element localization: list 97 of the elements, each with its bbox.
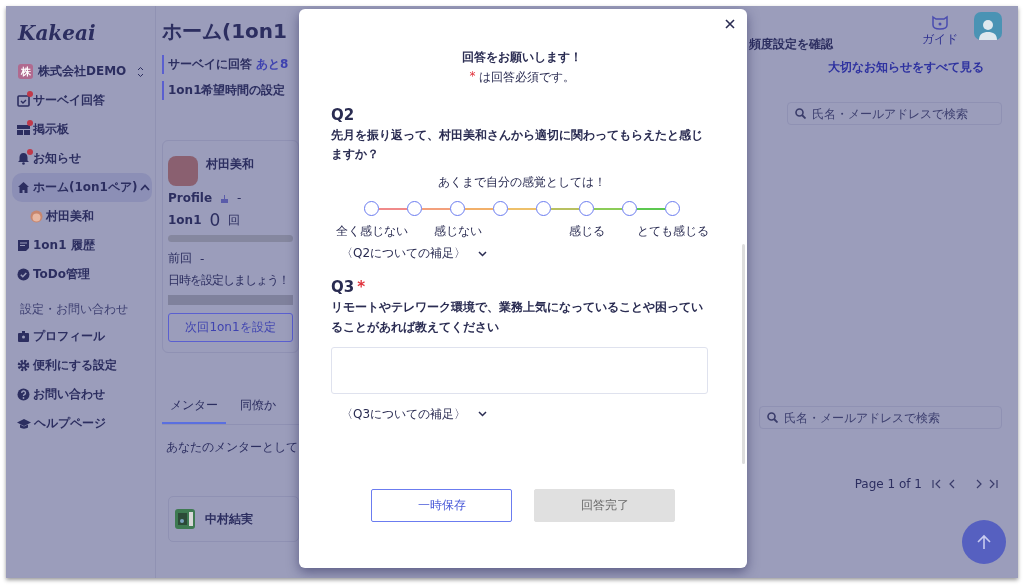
scale-radio[interactable] <box>536 201 551 217</box>
check-circle-icon <box>17 268 30 281</box>
board-icon <box>17 123 30 136</box>
scale-label: 全く感じない <box>335 223 408 238</box>
scale-hint: あくまで自分の感覚としては！ <box>437 174 607 192</box>
id-badge-icon <box>17 330 30 343</box>
profile-value: - <box>237 191 242 205</box>
company-badge: 株 <box>18 64 33 79</box>
tab[interactable]: メンター <box>162 393 226 424</box>
tab-description: あなたのメンターとして <box>166 439 299 456</box>
home-icon <box>17 181 30 194</box>
nav-item[interactable]: ヘルプページ <box>12 409 152 438</box>
profile-label: Profile <box>168 191 213 205</box>
scroll-top-button[interactable] <box>962 520 1006 564</box>
nav-item[interactable]: プロフィール <box>12 322 152 351</box>
scale-radio[interactable] <box>493 201 508 217</box>
close-icon <box>725 19 735 29</box>
required-note: は回答必須です。 <box>478 69 575 86</box>
search-icon <box>795 108 806 119</box>
next-1on1-button[interactable]: 次回1on1を設定 <box>168 313 293 342</box>
supplement-toggle[interactable]: 〈Q2についての補足〉 <box>341 245 488 263</box>
nav-item[interactable]: 村田美和 <box>12 202 152 231</box>
scale-label: 感じる <box>568 223 605 238</box>
search-field[interactable]: 氏名・メールアドレスで検索 <box>787 102 1002 125</box>
nav-item[interactable]: お知らせ <box>12 144 152 173</box>
section-label: 設定・お問い合わせ <box>19 301 129 318</box>
count-value: 0 <box>209 210 221 230</box>
page-indicator: Page 1 of 1 <box>854 477 922 491</box>
scale-radio[interactable] <box>665 201 680 217</box>
avatar-icon <box>30 210 43 223</box>
chevron-down-icon <box>478 411 488 418</box>
graduation-cap-icon <box>17 417 31 430</box>
mentor-card[interactable]: 中村結実 <box>168 496 299 542</box>
mascot-icon <box>931 14 949 30</box>
notice-count: あと8 <box>256 56 289 73</box>
hint-text: 日時を設定しましょう！ <box>168 272 290 289</box>
question-text: 先月を振り返って、村田美和さんから適切に関わってもらえたと感じますか？ <box>331 127 704 164</box>
bell-icon <box>17 152 30 165</box>
next-page-icon[interactable] <box>974 479 983 489</box>
chevron-icon[interactable] <box>140 184 151 191</box>
close-button[interactable] <box>723 17 737 31</box>
mentor-icon <box>175 509 195 529</box>
scale-radio[interactable] <box>450 201 465 217</box>
avatar-placeholder <box>168 156 198 186</box>
count-unit: 回 <box>228 211 241 229</box>
count-label: 1on1 <box>168 213 202 227</box>
supplement-toggle[interactable]: 〈Q3についての補足〉 <box>341 405 488 423</box>
scale-label: 感じない <box>433 223 482 238</box>
nav-item[interactable]: ホーム(1on1ペア) <box>12 173 152 202</box>
calendar-icon <box>17 94 30 107</box>
guide-button[interactable]: ガイド <box>922 14 958 48</box>
arrow-up-icon <box>977 534 991 550</box>
notice-link[interactable]: 1on1希望時間の設定 <box>168 82 286 99</box>
notice-link[interactable]: サーベイに回答 <box>168 56 252 73</box>
save-draft-button[interactable]: 一時保存 <box>371 489 512 522</box>
question-number: Q2 <box>331 106 355 124</box>
nav-item[interactable]: 便利にする設定 <box>12 351 152 380</box>
chevron-down-icon <box>478 250 488 257</box>
all-notices-link[interactable]: 大切なお知らせをすべて見る <box>828 59 984 76</box>
search-icon <box>767 412 778 423</box>
previous-page-icon[interactable] <box>947 479 956 489</box>
scale-radio[interactable] <box>364 201 379 217</box>
scrollbar[interactable] <box>742 244 745 464</box>
first-page-icon[interactable] <box>932 479 941 489</box>
required-mark: * <box>469 69 476 85</box>
note-icon <box>17 239 30 252</box>
last-page-icon[interactable] <box>989 479 998 489</box>
scale-radio[interactable] <box>622 201 637 217</box>
person-icon <box>978 18 998 40</box>
settings-icon <box>17 359 30 372</box>
last-value: - <box>200 251 205 266</box>
tab[interactable]: 同僚か <box>232 393 284 424</box>
frequency-link[interactable]: 頻度設定を確認 <box>749 36 833 53</box>
cake-icon <box>220 193 230 203</box>
scale-label: とても感じる <box>636 223 709 238</box>
scale-radio[interactable] <box>579 201 594 217</box>
nav-item[interactable]: お問い合わせ <box>12 380 152 409</box>
question-number: Q3 <box>331 278 355 297</box>
scale-radio[interactable] <box>407 201 422 217</box>
required-mark: * <box>357 278 366 297</box>
question-text: リモートやテレワーク環境で、業務上気になっていることや困っていることがあれば教えてください <box>331 299 704 336</box>
page-title: ホーム(1on1 <box>162 18 288 45</box>
nav-item[interactable]: サーベイ回答 <box>12 86 152 115</box>
chevron-up-down-icon[interactable] <box>137 65 144 78</box>
answer-field[interactable] <box>331 346 708 394</box>
help-icon <box>17 388 30 401</box>
logo-text[interactable]: Kakeai <box>12 16 102 59</box>
pair-name[interactable]: 村田美和 <box>206 156 254 173</box>
nav-item[interactable]: 1on1 履歴 <box>12 231 152 260</box>
modal-title: 回答をお願いします！ <box>461 49 583 66</box>
mentor-name: 中村結実 <box>205 510 253 528</box>
nav-item[interactable]: 掲示板 <box>12 115 152 144</box>
search-field[interactable]: 氏名・メールアドレスで検索 <box>759 406 1002 429</box>
company-name: 株式会社DEMO <box>38 63 127 80</box>
nav-item[interactable]: ToDo管理 <box>12 260 152 289</box>
last-label: 前回 <box>168 250 192 267</box>
user-avatar-button[interactable] <box>974 12 1002 40</box>
